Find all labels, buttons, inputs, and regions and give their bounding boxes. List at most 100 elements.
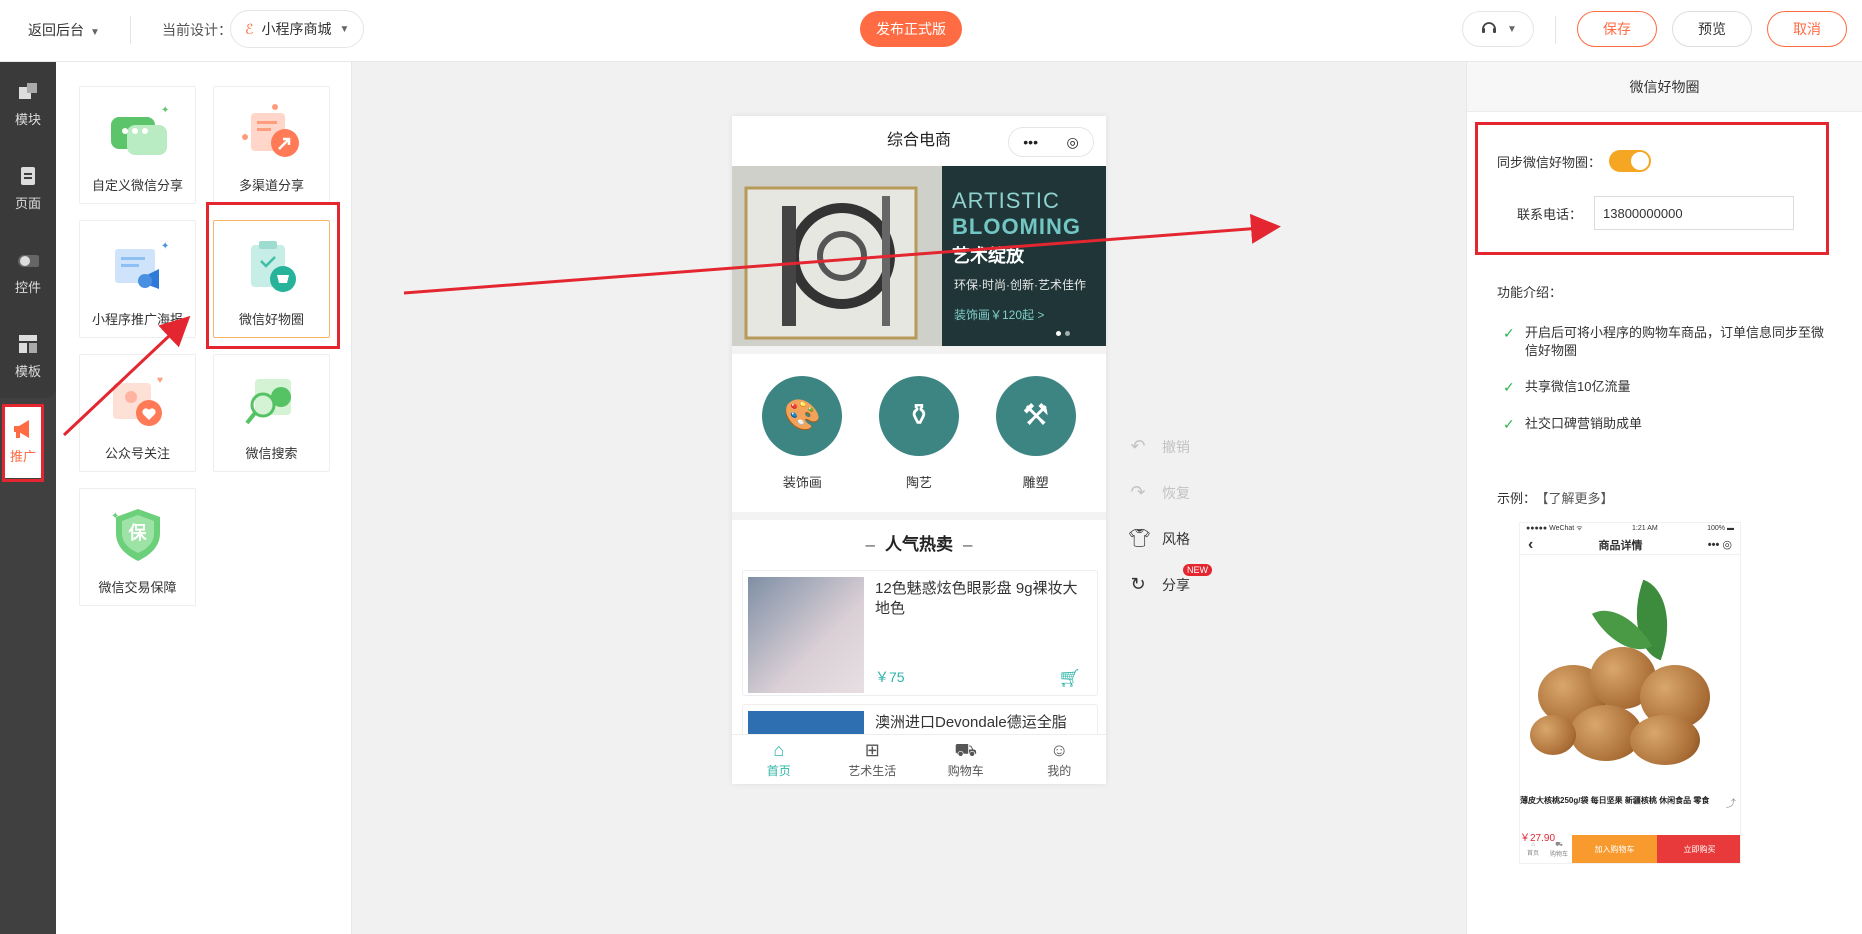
cancel-button[interactable]: 取消 xyxy=(1767,11,1847,47)
undo-button[interactable]: ↶ 撤销 xyxy=(1128,436,1190,457)
cart-icon[interactable]: 🛒︎ xyxy=(1058,668,1081,689)
chevron-down-icon: ▼ xyxy=(339,23,350,35)
rail-item-template[interactable]: 模板 xyxy=(0,314,56,398)
category-label: 陶艺 xyxy=(905,474,932,490)
phone-preview: 综合电商 ••• ◎ ARTISTIC BLOOMING 艺术绽放 环保·时尚·… xyxy=(732,116,1106,784)
tools-icon: ⚒ xyxy=(995,375,1076,456)
chevron-down-icon: ▼ xyxy=(1507,23,1517,35)
example-label: 示例： xyxy=(1497,491,1537,506)
tab-mine[interactable]: ☺ 我的 xyxy=(1019,735,1099,784)
share-label: 分享 xyxy=(1162,576,1190,593)
back-icon: ‹ xyxy=(1528,535,1534,553)
category-sculpture[interactable]: ⚒ 雕塑 xyxy=(995,375,1076,491)
target-icon[interactable]: ◎ xyxy=(1067,127,1079,157)
category-decorative-painting[interactable]: 🎨 装饰画 xyxy=(762,375,843,491)
back-to-admin-button[interactable]: 返回后台 ▼ xyxy=(28,20,100,40)
product-card[interactable]: 12色魅惑炫色眼影盘 9g裸妆大地色 ￥75 🛒︎ xyxy=(742,570,1098,696)
feature-item: ✓ 共享微信10亿流量 xyxy=(1503,378,1835,396)
sync-row: 同步微信好物圈： xyxy=(1497,150,1652,172)
top-bar: 返回后台 ▼ 当前设计： ℰ 小程序商城 ▼ 发布正式版 ▼ 保存 预览 取消 xyxy=(0,0,1862,62)
capsule-menu[interactable]: ••• ◎ xyxy=(1008,127,1094,157)
share-button[interactable]: ↻ 分享 NEW xyxy=(1128,564,1212,595)
mock-status-right: 100% ▬ xyxy=(1707,525,1734,532)
rail-item-module[interactable]: 模块 xyxy=(0,62,56,146)
phone-row: 联系电话： xyxy=(1517,196,1795,230)
tile-label: 自定义微信分享 xyxy=(91,178,183,193)
shirt-icon: 👕︎ xyxy=(1128,528,1151,548)
mock-product-name: 薄皮大核桃250g/袋 每日坚果 新疆核桃 休闲食品 零食 xyxy=(1520,796,1710,805)
sync-toggle[interactable] xyxy=(1609,150,1652,172)
hot-title-text: 人气热卖 xyxy=(885,535,953,554)
tab-art-life[interactable]: ⊞ 艺术生活 xyxy=(832,735,912,784)
divider xyxy=(130,16,131,44)
guarantee-char: 保 xyxy=(128,523,147,543)
preview-button[interactable]: 预览 xyxy=(1672,11,1752,47)
customer-service-button[interactable]: ▼ xyxy=(1462,11,1534,47)
mock-nav-bar: ‹ 商品详情 ••• ◎ xyxy=(1520,535,1740,555)
headset-icon xyxy=(1479,18,1499,41)
banner-dots xyxy=(1056,331,1070,336)
save-button[interactable]: 保存 xyxy=(1577,11,1657,47)
undo-icon: ↶ xyxy=(1130,436,1146,456)
new-badge: NEW xyxy=(1183,564,1212,576)
title-dash: – xyxy=(865,535,875,554)
vase-icon: ⚱ xyxy=(878,375,959,456)
tab-home[interactable]: ⌂ 首页 xyxy=(739,735,819,784)
banner-line2: BLOOMING xyxy=(952,214,1081,239)
tile-wechat-search[interactable]: 微信搜索 xyxy=(213,354,330,472)
section-gap xyxy=(732,512,1106,520)
mock-more: ••• xyxy=(1707,539,1720,551)
tab-bar: ⌂ 首页 ⊞ 艺术生活 ⛟ 购物车 ☺ 我的 xyxy=(732,734,1106,784)
banner-art-image xyxy=(732,166,942,346)
module-icon xyxy=(17,81,39,103)
mock-bottom-bar: ⌂ 首页 ⛟ 购物车 加入购物车 立即购买 xyxy=(1520,835,1740,863)
feature-text: 开启后可将小程序的购物车商品，订单信息同步至微信好物圈 xyxy=(1525,325,1825,358)
product-price: ￥75 xyxy=(875,669,905,685)
toggle-icon xyxy=(17,249,39,271)
style-button[interactable]: 👕︎ 风格 xyxy=(1128,528,1190,549)
category-ceramics[interactable]: ⚱ 陶艺 xyxy=(878,375,959,491)
learn-more-link[interactable]: 【了解更多】 xyxy=(1542,491,1614,506)
example-row: 示例： 【了解更多】 xyxy=(1497,488,1614,507)
promotion-highlight-box xyxy=(2,404,44,482)
phone-input[interactable] xyxy=(1594,196,1795,230)
tile-miniprogram-poster[interactable]: ✦ 小程序推广海报 xyxy=(79,220,196,338)
svg-text:♥: ♥ xyxy=(157,375,163,386)
intro-label: 功能介绍： xyxy=(1497,285,1563,300)
tile-wechat-trade-guarantee[interactable]: ✦ 保 微信交易保障 xyxy=(79,488,196,606)
more-icon[interactable]: ••• xyxy=(1023,127,1038,157)
design-name: 小程序商城 xyxy=(261,21,332,37)
tile-label: 多渠道分享 xyxy=(238,178,304,193)
banner-line3: 艺术绽放 xyxy=(952,246,1024,266)
tile-custom-wechat-share[interactable]: ✦ 自定义微信分享 xyxy=(79,86,196,204)
palette-icon: 🎨 xyxy=(762,375,843,456)
feature-item: ✓ 开启后可将小程序的购物车商品，订单信息同步至微信好物圈 xyxy=(1503,324,1835,360)
category-label: 装饰画 xyxy=(782,474,822,490)
banner-line4: 环保·时尚·创新·艺术佳作 xyxy=(954,278,1086,292)
settings-highlight-box xyxy=(1475,122,1829,255)
redo-icon: ↷ xyxy=(1130,482,1146,502)
phone-header: 综合电商 ••• ◎ xyxy=(732,116,1106,166)
banner[interactable]: ARTISTIC BLOOMING 艺术绽放 环保·时尚·创新·艺术佳作 装饰画… xyxy=(732,166,1106,346)
hot-sale-title: – 人气热卖 – xyxy=(732,520,1106,570)
product-title: 12色魅惑炫色眼影盘 9g裸妆大地色 xyxy=(875,580,1078,617)
tile-label: 微信交易保障 xyxy=(98,580,177,595)
redo-button[interactable]: ↷ 恢复 xyxy=(1128,482,1190,503)
sync-label: 同步微信好物圈： xyxy=(1497,154,1602,170)
publish-button[interactable]: 发布正式版 xyxy=(860,11,962,47)
rail-item-control[interactable]: 控件 xyxy=(0,230,56,314)
mock-status-time: 1:21 AM xyxy=(1632,525,1658,532)
rail-item-page[interactable]: 页面 xyxy=(0,146,56,230)
mock-home-label: 首页 xyxy=(1526,850,1539,857)
tile-multi-channel-share[interactable]: 多渠道分享 xyxy=(213,86,330,204)
banner-line5[interactable]: 装饰画￥120起 > xyxy=(954,306,1044,323)
divider xyxy=(1555,16,1556,44)
tile-official-account-follow[interactable]: ♥ 公众号关注 xyxy=(79,354,196,472)
rail-item-label: 页面 xyxy=(14,195,41,211)
tab-cart[interactable]: ⛟ 购物车 xyxy=(926,735,1006,784)
multi-share-icon xyxy=(237,103,307,163)
design-select[interactable]: ℰ 小程序商城 ▼ xyxy=(230,10,365,48)
tile-label: 小程序推广海报 xyxy=(91,312,183,327)
product-title: 澳洲进口Devondale德运全脂 xyxy=(875,714,1067,731)
user-icon: ☺ xyxy=(1050,740,1069,760)
